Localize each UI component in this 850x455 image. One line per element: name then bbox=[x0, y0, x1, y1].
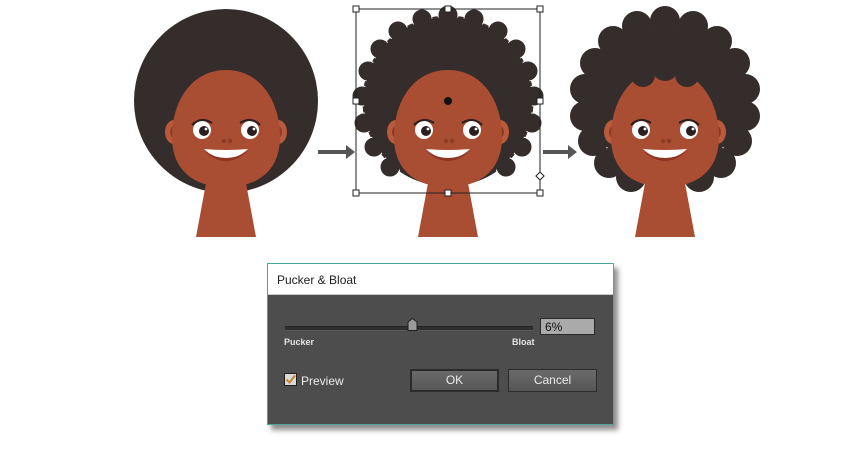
cancel-button[interactable]: Cancel bbox=[508, 369, 597, 392]
bloat-label: Bloat bbox=[512, 337, 535, 347]
pucker-label: Pucker bbox=[284, 337, 315, 347]
check-icon bbox=[285, 374, 296, 385]
right-arrow-icon bbox=[543, 145, 577, 159]
preview-checkbox[interactable] bbox=[284, 373, 297, 386]
dialog-titlebar[interactable]: Pucker & Bloat bbox=[268, 264, 613, 295]
amount-input[interactable] bbox=[540, 318, 595, 335]
ok-button[interactable]: OK bbox=[410, 369, 499, 392]
illustration-canvas bbox=[134, 4, 760, 238]
afro-head-selected bbox=[351, 4, 545, 238]
slider-thumb-icon[interactable] bbox=[407, 318, 418, 331]
dialog-title: Pucker & Bloat bbox=[277, 273, 357, 287]
right-arrow-icon bbox=[318, 145, 355, 159]
afro-head-original bbox=[134, 9, 318, 238]
preview-label: Preview bbox=[301, 374, 344, 388]
pucker-bloat-dialog: Pucker & Bloat Pucker Bloat Preview OK C… bbox=[267, 263, 614, 425]
afro-head-bloated bbox=[570, 6, 760, 238]
